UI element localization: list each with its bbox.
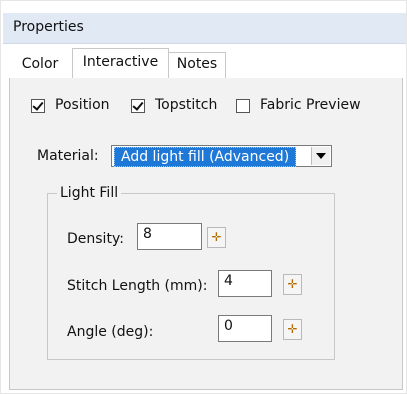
density-label: Density:	[67, 231, 124, 247]
angle-input[interactable]: 0	[218, 315, 272, 342]
tab-notes[interactable]: Notes	[169, 52, 226, 78]
light-fill-group-title: Light Fill	[57, 185, 122, 201]
position-label: Position	[55, 97, 110, 113]
angle-spin-button[interactable]: ✛	[283, 319, 302, 340]
chevron-down-icon[interactable]	[311, 147, 330, 165]
material-selected-value: Add light fill (Advanced)	[114, 147, 297, 167]
fabric-preview-label: Fabric Preview	[260, 97, 361, 113]
material-label: Material:	[37, 148, 99, 164]
crosshair-icon: ✛	[287, 322, 298, 336]
panel-title: Properties	[13, 19, 84, 35]
density-spin-button[interactable]: ✛	[207, 227, 226, 248]
crosshair-icon: ✛	[211, 230, 222, 244]
topstitch-checkbox[interactable]	[131, 99, 145, 113]
material-dropdown[interactable]: Add light fill (Advanced)	[111, 145, 332, 167]
checkmark-icon	[32, 99, 44, 111]
crosshair-icon: ✛	[287, 277, 298, 291]
topstitch-label: Topstitch	[155, 97, 218, 113]
fabric-preview-checkbox[interactable]	[236, 99, 250, 113]
stitch-length-input[interactable]: 4	[218, 270, 272, 297]
tab-interactive[interactable]: Interactive	[72, 48, 169, 79]
stitch-length-label: Stitch Length (mm):	[67, 278, 208, 294]
properties-panel: Properties Color Interactive Notes Posit…	[0, 0, 407, 394]
angle-label: Angle (deg):	[67, 324, 154, 340]
stitch-length-spin-button[interactable]: ✛	[283, 274, 302, 295]
tab-color[interactable]: Color	[11, 52, 69, 78]
density-input[interactable]: 8	[137, 223, 202, 250]
title-bar: Properties	[3, 13, 406, 44]
checkmark-icon	[132, 99, 144, 111]
position-checkbox[interactable]	[31, 99, 45, 113]
